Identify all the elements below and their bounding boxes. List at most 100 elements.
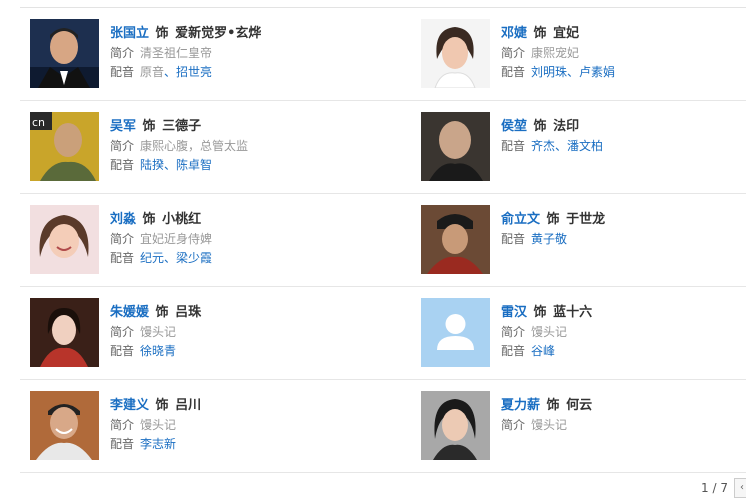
cast-title: 李建义 饰 吕川 [110, 396, 201, 416]
actor-name-link[interactable]: 雷汉 [501, 305, 527, 320]
role-prefix: 饰 [138, 212, 161, 227]
voice-actor-link[interactable]: 卢素娟 [579, 65, 615, 79]
actor-photo[interactable] [421, 298, 490, 367]
intro-label: 简介 [501, 325, 526, 339]
actor-photo[interactable] [421, 19, 490, 88]
intro-label: 简介 [110, 325, 135, 339]
role-prefix: 饰 [529, 26, 552, 41]
voice-line: 配音 刘明珠、卢素娟 [501, 63, 615, 82]
cast-item: 俞立文 饰 于世龙配音 黄子敬 [421, 194, 746, 286]
role-prefix: 饰 [138, 119, 161, 134]
voice-separator: 、 [164, 65, 177, 79]
actor-photo[interactable] [421, 391, 490, 460]
actor-name-link[interactable]: 刘淼 [110, 212, 136, 227]
voice-line: 配音 齐杰、潘文柏 [501, 137, 603, 156]
actor-photo[interactable] [421, 205, 490, 274]
voice-label: 配音 [501, 344, 526, 358]
actor-name-link[interactable]: 邓婕 [501, 26, 527, 41]
cast-title: 张国立 饰 爱新觉罗•玄烨 [110, 24, 261, 44]
voice-separator: 、 [164, 158, 177, 172]
role-prefix: 饰 [151, 398, 174, 413]
cast-info: 俞立文 饰 于世龙配音 黄子敬 [501, 210, 605, 249]
intro-line: 简介 康熙宠妃 [501, 44, 615, 63]
actor-name-link[interactable]: 俞立文 [501, 212, 540, 227]
intro-text: 馒头记 [531, 325, 568, 339]
role-name: 爱新觉罗•玄烨 [175, 26, 262, 41]
role-name: 吕川 [175, 398, 202, 413]
intro-line: 简介 康熙心腹，总管太监 [110, 137, 248, 156]
cast-list: 张国立 饰 爱新觉罗•玄烨 简介 清圣祖仁皇帝 配音 原音、招世亮 邓婕 饰 宜妃 简介 康熙… [20, 8, 746, 473]
actor-photo[interactable] [421, 112, 490, 181]
voice-separator: 、 [567, 65, 580, 79]
voice-label: 配音 [110, 251, 135, 265]
actor-photo[interactable] [30, 19, 99, 88]
role-name: 三德子 [162, 119, 202, 134]
voice-actor-link[interactable]: 纪元 [140, 251, 164, 265]
cast-title: 刘淼 饰 小桃红 [110, 210, 212, 230]
cast-item: 朱媛媛 饰 吕珠 简介 馒头记 配音 徐晓青 [30, 287, 360, 379]
voice-line: 配音 原音、招世亮 [110, 63, 261, 82]
intro-text: 清圣祖仁皇帝 [140, 46, 213, 60]
voice-actor-link[interactable]: 李志新 [140, 437, 176, 451]
intro-label: 简介 [110, 418, 135, 432]
role-prefix: 饰 [529, 305, 552, 320]
role-prefix: 饰 [151, 26, 174, 41]
voice-actor-link[interactable]: 齐杰 [531, 139, 555, 153]
cast-title: 俞立文 饰 于世龙 [501, 210, 605, 230]
voice-separator: 、 [555, 139, 568, 153]
role-name: 法印 [553, 119, 580, 134]
prev-page-button[interactable]: ‹ [734, 478, 746, 498]
cast-info: 雷汉 饰 蓝十六 简介 馒头记 配音 谷峰 [501, 303, 592, 361]
voice-actor-link[interactable]: 谷峰 [531, 344, 555, 358]
actor-name-link[interactable]: 吴军 [110, 119, 136, 134]
intro-label: 简介 [501, 46, 526, 60]
voice-actor-link[interactable]: 刘明珠 [531, 65, 567, 79]
actor-name-link[interactable]: 夏力薪 [501, 398, 540, 413]
voice-actor-link[interactable]: 徐晓青 [140, 344, 176, 358]
role-name: 蓝十六 [553, 305, 593, 320]
voice-line: 配音 李志新 [110, 435, 201, 454]
cast-item: 夏力薪 饰 何云 简介 馒头记 [421, 380, 746, 472]
actor-name-link[interactable]: 张国立 [110, 26, 149, 41]
cast-item: 刘淼 饰 小桃红 简介 宜妃近身侍婢 配音 纪元、梁少霞 [30, 194, 360, 286]
intro-text: 馒头记 [140, 325, 177, 339]
cast-row: cn 吴军 饰 三德子 简介 康熙心腹，总管太监 配音 陆揆、陈卓智 侯堃 饰 法印 配音 齐杰… [20, 101, 746, 194]
cast-row: 刘淼 饰 小桃红 简介 宜妃近身侍婢 配音 纪元、梁少霞 俞立文 饰 于世龙 配音 黄子敬 [20, 194, 746, 287]
intro-text: 宜妃近身侍婢 [140, 232, 213, 246]
role-name: 于世龙 [566, 212, 606, 227]
intro-line: 简介 馒头记 [501, 323, 592, 342]
actor-photo[interactable] [30, 298, 99, 367]
actor-name-link[interactable]: 侯堃 [501, 119, 527, 134]
cast-title: 吴军 饰 三德子 [110, 117, 248, 137]
intro-text: 康熙宠妃 [531, 46, 580, 60]
voice-actor-link[interactable]: 潘文柏 [567, 139, 603, 153]
cast-item: 侯堃 饰 法印 配音 齐杰、潘文柏 [421, 101, 746, 193]
cast-info: 朱媛媛 饰 吕珠 简介 馒头记 配音 徐晓青 [110, 303, 201, 361]
actor-name-link[interactable]: 李建义 [110, 398, 149, 413]
voice-label: 配音 [501, 232, 526, 246]
cast-info: 刘淼 饰 小桃红 简介 宜妃近身侍婢 配音 纪元、梁少霞 [110, 210, 212, 268]
role-prefix: 饰 [542, 398, 565, 413]
voice-actor-link[interactable]: 陆揆 [140, 158, 164, 172]
role-name: 小桃红 [162, 212, 202, 227]
voice-label: 配音 [110, 437, 135, 451]
voice-actor-link[interactable]: 梁少霞 [176, 251, 212, 265]
cast-info: 吴军 饰 三德子 简介 康熙心腹，总管太监 配音 陆揆、陈卓智 [110, 117, 248, 175]
actor-name-link[interactable]: 朱媛媛 [110, 305, 149, 320]
voice-label: 配音 [110, 158, 135, 172]
voice-actor-link[interactable]: 黄子敬 [531, 232, 567, 246]
role-name: 吕珠 [175, 305, 202, 320]
cast-info: 张国立 饰 爱新觉罗•玄烨简介 清圣祖仁皇帝配音 原音、招世亮 [110, 24, 261, 82]
actor-photo[interactable]: cn [30, 112, 99, 181]
page-indicator: 1 / 7 [701, 481, 728, 495]
role-name: 何云 [566, 398, 593, 413]
voice-actor-link[interactable]: 招世亮 [176, 65, 212, 79]
cast-title: 夏力薪 饰 何云 [501, 396, 592, 416]
voice-actor-link[interactable]: 陈卓智 [176, 158, 212, 172]
actor-photo[interactable] [30, 205, 99, 274]
voice-line: 配音 陆揆、陈卓智 [110, 156, 248, 175]
intro-text: 馒头记 [140, 418, 177, 432]
cast-item: 李建义 饰 吕川 简介 馒头记 配音 李志新 [30, 380, 360, 472]
actor-photo[interactable] [30, 391, 99, 460]
intro-label: 简介 [110, 46, 135, 60]
